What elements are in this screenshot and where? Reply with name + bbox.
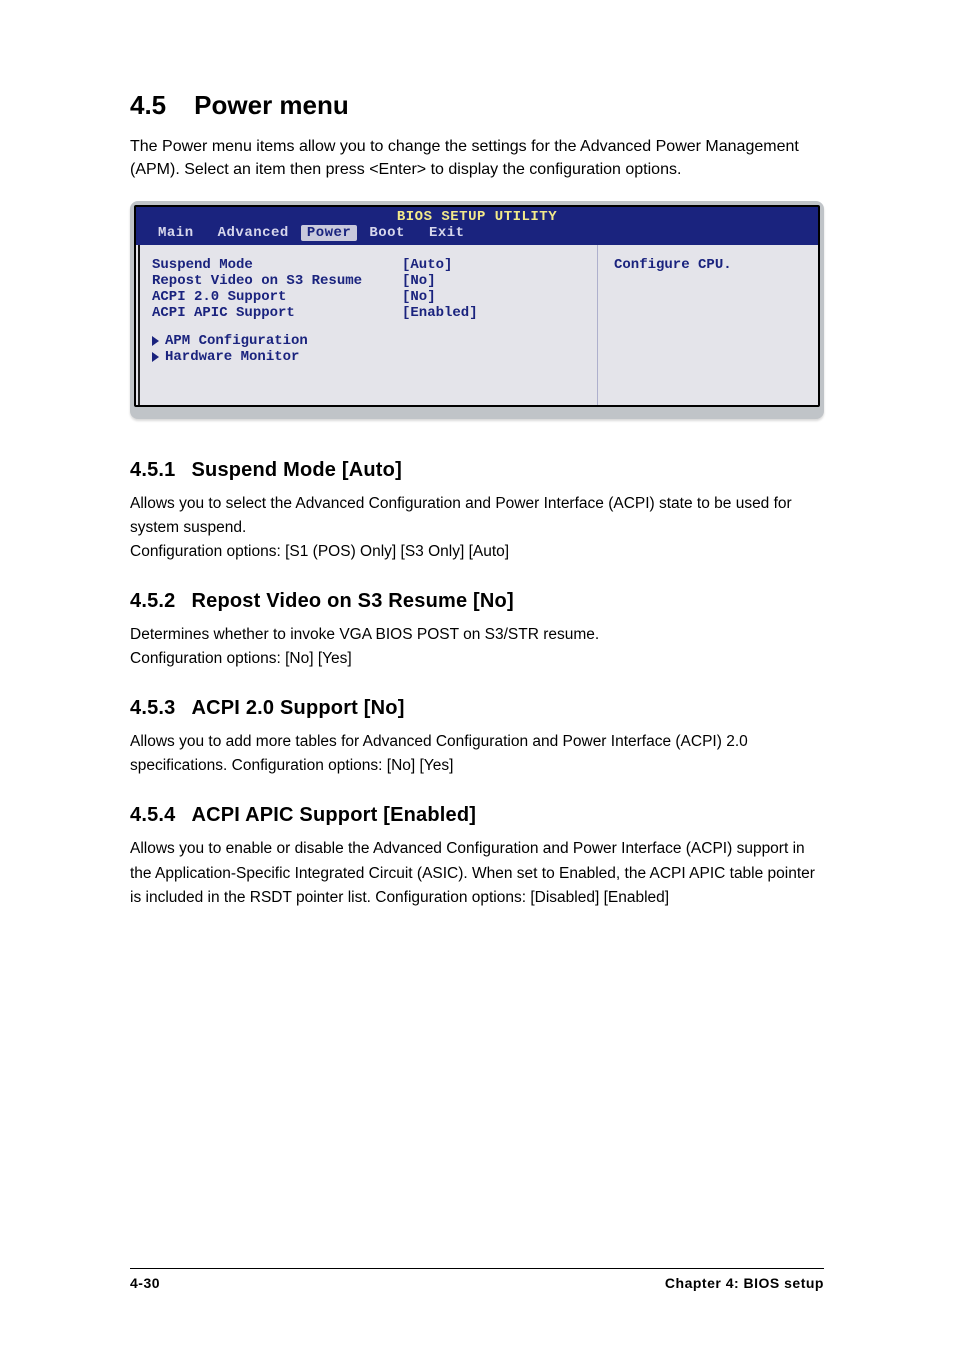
- bios-tab-exit[interactable]: Exit: [417, 225, 477, 241]
- subsection-453: 4.5.3 ACPI 2.0 Support [No] Allows you to…: [130, 697, 824, 778]
- bios-help-text: Configure CPU.: [614, 257, 732, 273]
- section-title-text: Power menu: [194, 90, 349, 120]
- subsection-body: Allows you to select the Advanced Config…: [130, 492, 824, 564]
- submenu-arrow-icon: [152, 352, 159, 362]
- bios-header: BIOS SETUP UTILITY Main Advanced Power B…: [136, 207, 818, 245]
- bios-value: [Enabled]: [402, 305, 478, 321]
- subsection-451: 4.5.1 Suspend Mode [Auto] Allows you to s…: [130, 459, 824, 564]
- subsection-heading: 4.5.2 Repost Video on S3 Resume [No]: [130, 590, 824, 613]
- bios-help-panel: Configure CPU.: [598, 245, 818, 405]
- bios-settings-panel: Suspend Mode [Auto] Repost Video on S3 R…: [136, 245, 598, 405]
- bios-tab-main[interactable]: Main: [146, 225, 206, 241]
- bios-label: Repost Video on S3 Resume: [152, 273, 402, 289]
- bios-label: ACPI 2.0 Support: [152, 289, 402, 305]
- submenu-arrow-icon: [152, 336, 159, 346]
- bios-tab-boot[interactable]: Boot: [357, 225, 417, 241]
- subsection-number: 4.5.2: [130, 590, 175, 613]
- bios-label: Suspend Mode: [152, 257, 402, 273]
- bios-value: [No]: [402, 289, 436, 305]
- document-page: 4.5 Power menu The Power menu items allow…: [0, 0, 954, 1351]
- subsection-heading: 4.5.1 Suspend Mode [Auto]: [130, 459, 824, 482]
- bios-tab-bar: Main Advanced Power Boot Exit: [136, 225, 818, 245]
- bios-submenu-apm-config[interactable]: APM Configuration: [152, 333, 581, 349]
- bios-submenu-label: APM Configuration: [165, 333, 308, 349]
- bios-screenshot: BIOS SETUP UTILITY Main Advanced Power B…: [130, 201, 824, 419]
- chapter-label: Chapter 4: BIOS setup: [665, 1275, 824, 1291]
- bios-row-repost-video[interactable]: Repost Video on S3 Resume [No]: [152, 273, 581, 289]
- subsection-heading: 4.5.3 ACPI 2.0 Support [No]: [130, 697, 824, 720]
- section-number: 4.5: [130, 90, 166, 121]
- subsection-title-text: Repost Video on S3 Resume [No]: [191, 590, 513, 612]
- subsection-body: Allows you to enable or disable the Adva…: [130, 837, 824, 909]
- bios-submenu-hardware-monitor[interactable]: Hardware Monitor: [152, 349, 581, 365]
- bios-row-acpi-apic[interactable]: ACPI APIC Support [Enabled]: [152, 305, 581, 321]
- bios-row-suspend-mode[interactable]: Suspend Mode [Auto]: [152, 257, 581, 273]
- subsection-title-text: ACPI 2.0 Support [No]: [191, 697, 404, 719]
- page-footer: 4-30 Chapter 4: BIOS setup: [130, 1268, 824, 1291]
- bios-title: BIOS SETUP UTILITY: [136, 207, 818, 225]
- subsection-number: 4.5.3: [130, 697, 175, 720]
- bios-value: [No]: [402, 273, 436, 289]
- section-heading: 4.5 Power menu: [130, 90, 824, 121]
- bios-label: ACPI APIC Support: [152, 305, 402, 321]
- subsection-body: Allows you to add more tables for Advanc…: [130, 730, 824, 778]
- bios-row-acpi-20[interactable]: ACPI 2.0 Support [No]: [152, 289, 581, 305]
- subsection-454: 4.5.4 ACPI APIC Support [Enabled] Allows …: [130, 804, 824, 909]
- subsection-452: 4.5.2 Repost Video on S3 Resume [No] Dete…: [130, 590, 824, 671]
- bios-submenu-label: Hardware Monitor: [165, 349, 299, 365]
- subsection-title-text: Suspend Mode [Auto]: [191, 459, 401, 481]
- subsection-number: 4.5.1: [130, 459, 175, 482]
- subsection-heading: 4.5.4 ACPI APIC Support [Enabled]: [130, 804, 824, 827]
- bios-value: [Auto]: [402, 257, 452, 273]
- bios-tab-power[interactable]: Power: [301, 225, 358, 241]
- page-number: 4-30: [130, 1275, 160, 1291]
- bios-frame: BIOS SETUP UTILITY Main Advanced Power B…: [134, 205, 820, 407]
- subsection-title-text: ACPI APIC Support [Enabled]: [191, 804, 476, 826]
- subsection-body: Determines whether to invoke VGA BIOS PO…: [130, 623, 824, 671]
- subsection-number: 4.5.4: [130, 804, 175, 827]
- section-intro: The Power menu items allow you to change…: [130, 135, 824, 181]
- bios-tab-advanced[interactable]: Advanced: [206, 225, 301, 241]
- bios-body: Suspend Mode [Auto] Repost Video on S3 R…: [136, 245, 818, 405]
